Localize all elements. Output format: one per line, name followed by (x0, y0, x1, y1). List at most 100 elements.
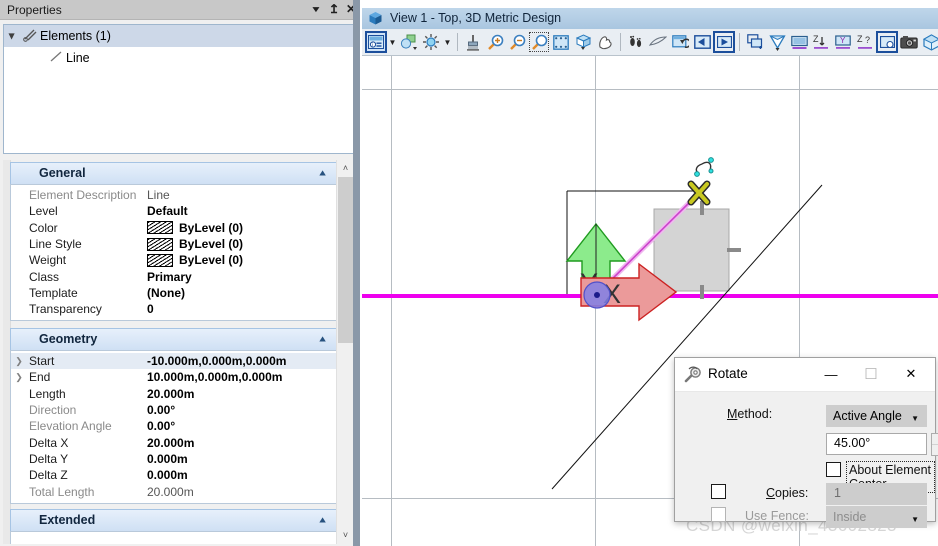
category-extended-header[interactable]: Extended ▲ (10, 509, 337, 531)
chevron-up-icon[interactable]: ▲ (317, 334, 328, 344)
property-label: Template (29, 285, 78, 300)
about-element-center-checkbox[interactable] (826, 462, 841, 477)
view-forward-icon[interactable] (713, 31, 735, 53)
minimize-button[interactable]: — (811, 358, 851, 390)
view-cube-tool-icon[interactable] (920, 31, 938, 53)
chevron-down-icon[interactable]: ▼ (911, 414, 919, 423)
svg-text:Y: Y (840, 36, 846, 45)
row-expander[interactable]: ❯ (11, 356, 27, 367)
line-icon (48, 51, 66, 66)
angle-input[interactable]: 45.00° (826, 433, 927, 455)
fly-icon[interactable] (647, 31, 669, 53)
chevron-right-icon[interactable]: ▶ (8, 28, 17, 44)
property-label: Start (29, 354, 55, 369)
elements-icon (20, 28, 40, 45)
property-row[interactable]: Delta X 20.000m (11, 434, 336, 450)
clip-mask-icon[interactable] (788, 31, 810, 53)
walk-icon[interactable] (625, 31, 647, 53)
chevron-down-icon[interactable]: ▼ (442, 31, 453, 53)
category-geometry-header[interactable]: Geometry ▲ (10, 328, 337, 350)
property-value: -10.000m,0.000m,0.000m (147, 354, 287, 369)
property-value: Primary (147, 269, 192, 284)
category-geometry-body: ❯ Start -10.000m,0.000m,0.000m ❯ End 10.… (10, 350, 337, 504)
tree-item-line[interactable]: Line (4, 47, 356, 69)
angle-spinner[interactable]: ▲ ▼ (931, 433, 938, 456)
category-general-header[interactable]: General ▲ (10, 162, 337, 184)
scrollbar-thumb[interactable] (338, 177, 353, 343)
view-titlebar[interactable]: View 1 - Top, 3D Metric Design (362, 8, 938, 29)
zoom-in-icon[interactable] (484, 31, 506, 53)
toolbar-separator (620, 33, 621, 51)
pan-view-icon[interactable] (594, 31, 616, 53)
rotate-dialog-titlebar[interactable]: Rotate — ☐ ✕ (675, 358, 935, 392)
property-row[interactable]: ❯ End 10.000m,0.000m,0.000m (11, 369, 336, 385)
chevron-down-icon[interactable]: ▼ (387, 31, 398, 53)
properties-dropdown-icon[interactable]: ▼ (310, 4, 322, 14)
clip-front-icon[interactable]: Z (810, 31, 832, 53)
view-display-style-icon[interactable] (398, 31, 420, 53)
render-view-icon[interactable] (876, 31, 898, 53)
property-row[interactable]: Total Length 20.000m (11, 483, 336, 499)
spinner-up-icon[interactable]: ▲ (932, 434, 938, 445)
view-cube-icon (368, 11, 383, 26)
property-row[interactable]: Template (None) (11, 285, 336, 301)
panel-splitter[interactable] (353, 0, 360, 546)
clip-volume-icon[interactable] (766, 31, 788, 53)
toolbar-separator (739, 33, 740, 51)
scroll-up-icon[interactable]: ˄ (337, 160, 354, 177)
capture-image-icon[interactable] (898, 31, 920, 53)
property-row[interactable]: Length 20.000m (11, 386, 336, 402)
view-back-icon[interactable] (691, 31, 713, 53)
property-row[interactable]: Delta Y 0.000m (11, 451, 336, 467)
property-row[interactable]: Level Default (11, 203, 336, 219)
maximize-button[interactable]: ☐ (851, 358, 891, 390)
update-view-icon[interactable] (462, 31, 484, 53)
property-label: Weight (29, 253, 67, 268)
properties-scrollbar[interactable]: ˄ ˅ (336, 160, 354, 544)
property-label: Transparency (29, 302, 102, 317)
clip-back-icon[interactable]: Y (832, 31, 854, 53)
property-value: 20.000m (147, 484, 194, 499)
scroll-down-icon[interactable]: ˅ (337, 527, 354, 544)
property-row[interactable]: Delta Z 0.000m (11, 467, 336, 483)
use-fence-checkbox[interactable] (711, 507, 726, 522)
copies-checkbox[interactable] (711, 484, 726, 499)
view-previous-icon[interactable] (669, 31, 691, 53)
copy-view-icon[interactable] (744, 31, 766, 53)
elements-tree: ▶ Elements (1) Line (3, 24, 357, 154)
clip-element-icon[interactable]: Z ? (854, 31, 876, 53)
zoom-out-icon[interactable] (506, 31, 528, 53)
chevron-down-icon[interactable]: ▼ (911, 515, 919, 524)
property-row[interactable]: Class Primary (11, 268, 336, 284)
chevron-up-icon[interactable]: ▲ (317, 515, 328, 525)
property-row[interactable]: Line Style ByLevel (0) (11, 236, 336, 252)
tree-item-elements[interactable]: ▶ Elements (1) (4, 25, 356, 47)
rotate-hint-icon (694, 157, 714, 177)
properties-pin-icon[interactable]: ↥ (328, 2, 339, 16)
property-row[interactable]: Color ByLevel (0) (11, 220, 336, 236)
property-label: Element Description (29, 188, 137, 203)
properties-panel: Properties ▼ ↥ ✕ ▶ Elements (1) Line Gen… (0, 0, 360, 546)
use-fence-dropdown[interactable]: Inside ▼ (826, 506, 927, 528)
svg-text:Z: Z (857, 34, 863, 44)
row-expander[interactable]: ❯ (11, 372, 27, 383)
rotate-view-icon[interactable] (572, 31, 594, 53)
property-row[interactable]: ❯ Start -10.000m,0.000m,0.000m (11, 353, 336, 370)
property-row[interactable]: Weight ByLevel (0) (11, 252, 336, 268)
window-area-icon[interactable] (528, 31, 550, 53)
method-dropdown[interactable]: Active Angle ▼ (826, 405, 927, 427)
copies-input[interactable]: 1 (826, 483, 927, 505)
spinner-down-icon[interactable]: ▼ (932, 445, 938, 455)
category-general: General ▲ Element Description Line Level… (10, 162, 337, 322)
adjust-brightness-icon[interactable] (420, 31, 442, 53)
view-attributes-icon[interactable]: i (365, 31, 387, 53)
properties-titlebar: Properties ▼ ↥ ✕ (0, 0, 360, 20)
chevron-up-icon[interactable]: ▲ (317, 168, 328, 178)
property-row[interactable]: Element Description Line (11, 187, 336, 203)
close-button[interactable]: ✕ (891, 358, 931, 390)
property-row[interactable]: Transparency 0 (11, 301, 336, 317)
property-label: End (29, 370, 51, 385)
property-row[interactable]: Elevation Angle 0.00° (11, 418, 336, 434)
fit-view-icon[interactable] (550, 31, 572, 53)
property-row[interactable]: Direction 0.00° (11, 402, 336, 418)
